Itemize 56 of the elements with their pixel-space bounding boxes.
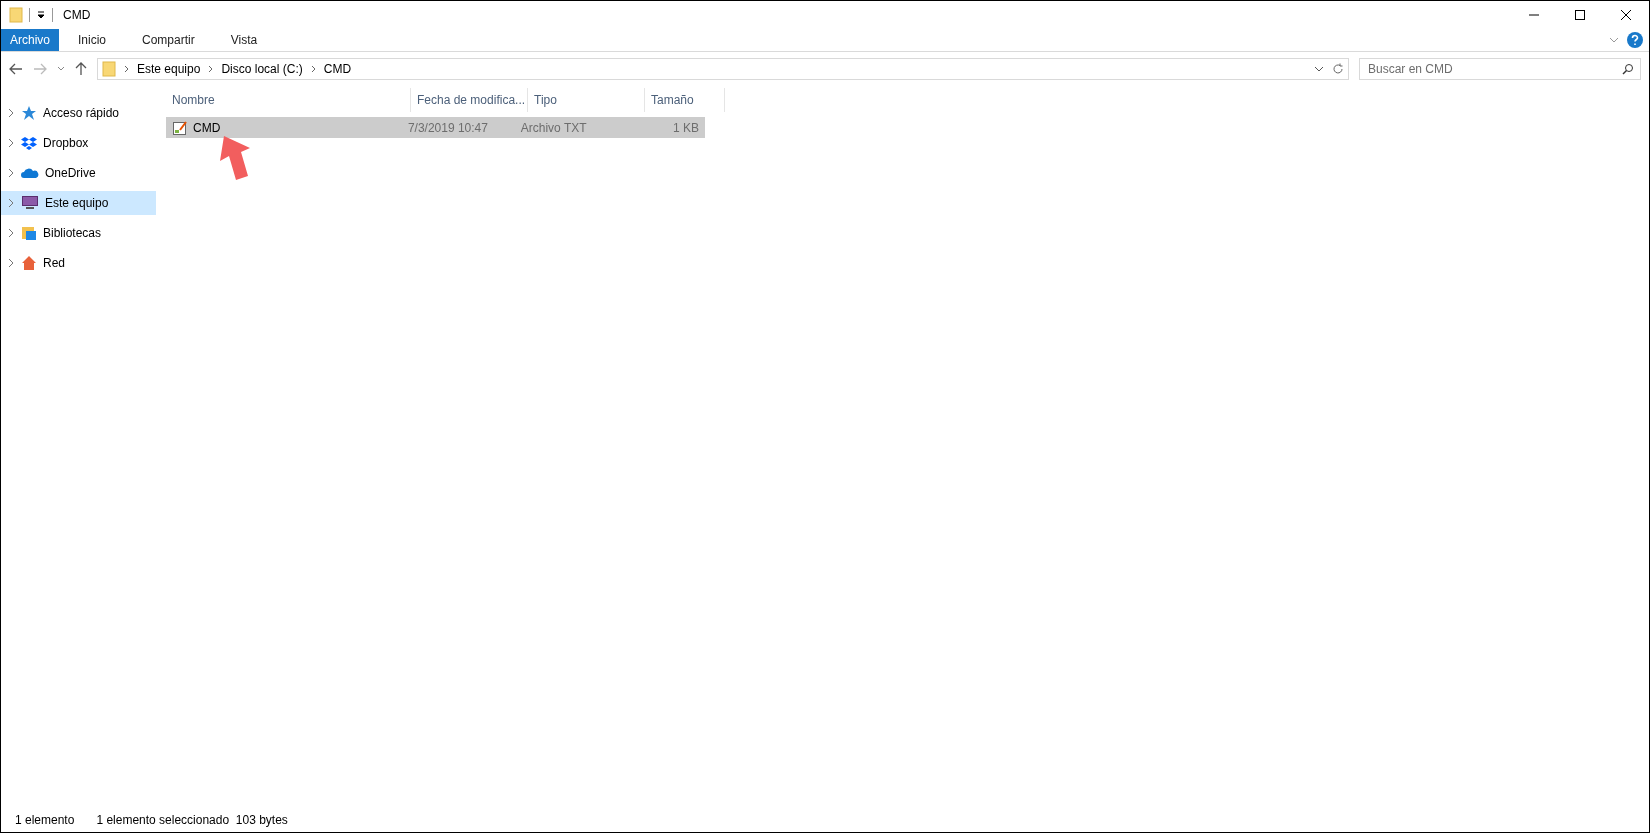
column-header[interactable]: Tamaño (645, 88, 725, 112)
folder-icon (9, 7, 23, 23)
ribbon-tab[interactable]: Inicio (65, 29, 120, 51)
column-header[interactable]: Tipo (528, 88, 645, 112)
dropbox-icon (21, 135, 37, 151)
search-icon (1622, 63, 1634, 75)
breadcrumb-item[interactable]: CMD (323, 62, 352, 76)
window-title: CMD (63, 8, 91, 22)
star-icon (21, 105, 37, 121)
cell-text: 7/3/2019 10:47 (407, 120, 488, 135)
ribbon-tab[interactable]: Vista (217, 29, 271, 51)
expand-caret-icon[interactable] (7, 168, 15, 178)
quick-access-dropdown-icon[interactable] (36, 10, 46, 20)
cell-text: Archivo TXT (520, 120, 587, 135)
status-text: 1 elemento seleccionado 103 bytes (96, 813, 288, 827)
house-icon (21, 255, 37, 271)
chevron-icon (124, 65, 129, 73)
chevron-icon (208, 65, 214, 73)
column-header[interactable]: Nombre (166, 88, 411, 112)
search-field[interactable]: Buscar en CMD (1359, 58, 1641, 80)
nav-item[interactable]: OneDrive (1, 161, 156, 185)
nav-item[interactable]: Dropbox (1, 131, 156, 155)
expand-caret-icon[interactable] (7, 108, 15, 118)
chevron-icon (310, 65, 316, 73)
expand-caret-icon[interactable] (7, 258, 15, 268)
nav-item[interactable]: Este equipo (1, 191, 156, 215)
folder-icon (102, 61, 116, 77)
help-icon[interactable] (1627, 32, 1643, 48)
maximize-icon[interactable] (1575, 10, 1585, 20)
up-arrow-icon[interactable] (75, 62, 87, 76)
monitor-icon (21, 195, 39, 211)
breadcrumb-item[interactable]: Disco local (C:) (221, 62, 303, 76)
nav-item[interactable]: Bibliotecas (1, 221, 156, 245)
refresh-icon[interactable] (1332, 63, 1344, 75)
address-bar[interactable]: Este equipo Disco local (C:) CMD (97, 58, 1349, 80)
cell-text: CMD (193, 120, 221, 135)
back-arrow-icon[interactable] (9, 63, 23, 75)
dropdown-chevron-icon[interactable] (1314, 66, 1324, 72)
expand-ribbon-icon[interactable] (1609, 37, 1619, 43)
nav-item[interactable]: Acceso rápido (1, 101, 156, 125)
library-icon (21, 225, 37, 241)
status-text: 1 elemento (15, 813, 75, 827)
breadcrumb-item[interactable]: Este equipo (137, 62, 201, 76)
ribbon-tab[interactable]: Compartir (129, 29, 208, 51)
file-row[interactable]: CMD 7/3/2019 10:47 Archivo TXT 1 KB (166, 117, 705, 138)
column-header[interactable]: Fecha de modifica... (411, 88, 528, 112)
close-icon[interactable] (1621, 10, 1631, 20)
ribbon-tab[interactable]: Archivo (1, 29, 59, 51)
text-file-icon (172, 119, 188, 136)
cell-text: 1 KB (673, 120, 699, 135)
expand-caret-icon[interactable] (7, 138, 15, 148)
recent-dropdown-icon[interactable] (57, 66, 65, 72)
cloud-icon (21, 166, 39, 180)
nav-item[interactable]: Red (1, 251, 156, 275)
expand-caret-icon[interactable] (7, 198, 15, 208)
expand-caret-icon[interactable] (7, 228, 15, 238)
